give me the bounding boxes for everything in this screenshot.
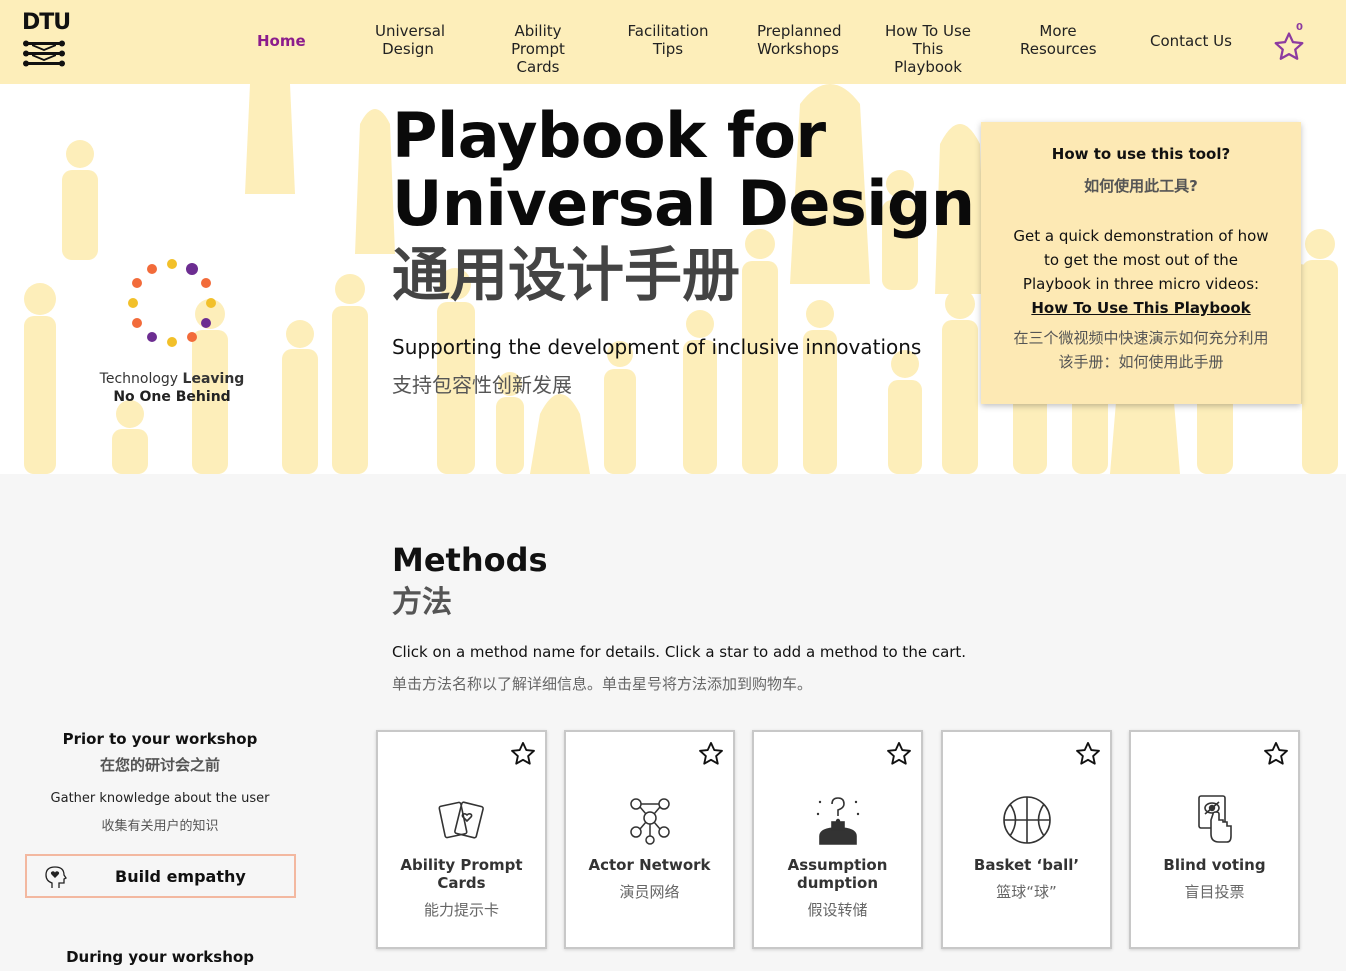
card-name[interactable]: Ability Prompt Cards	[384, 856, 539, 892]
circle-dots-logo-icon	[128, 259, 216, 347]
gather-knowledge-link[interactable]: Gather knowledge about the user	[25, 790, 295, 808]
head-heart-icon	[45, 866, 67, 888]
network-icon	[629, 798, 670, 845]
prior-heading-cn: 在您的研讨会之前	[99, 756, 220, 774]
nav-more-resources[interactable]: More Resources	[1020, 22, 1097, 58]
method-card-ability-prompt-cards[interactable]: Ability Prompt Cards 能力提示卡	[376, 730, 547, 949]
method-card-actor-network[interactable]: Actor Network 演员网络	[564, 730, 735, 949]
cart-button[interactable]	[1272, 22, 1312, 62]
question-person-icon	[816, 797, 859, 845]
hero-section: Technology Leaving No One Behind Playboo…	[0, 84, 1346, 474]
methods-description: Click on a method name for details. Clic…	[392, 643, 967, 661]
cart-count: 0	[1296, 22, 1303, 33]
howto-body-cn: 在三个微视频中快速演示如何充分利用该手册：如何使用此手册	[1013, 329, 1269, 371]
page-title-cn: 通用设计手册	[392, 241, 741, 309]
nav-home[interactable]: Home	[257, 32, 306, 50]
nav-preplanned-workshops[interactable]: Preplanned Workshops	[757, 22, 842, 58]
card-name-cn: 演员网络	[619, 883, 680, 901]
page-subtitle-cn: 支持包容性创新发展	[392, 373, 572, 397]
card-name-cn: 能力提示卡	[423, 901, 499, 919]
logo-text: DTU	[22, 10, 71, 35]
star-icon[interactable]	[697, 740, 725, 768]
howto-title-cn: 如何使用此工具?	[1084, 177, 1198, 195]
dtu-logo[interactable]: DTU	[22, 10, 71, 74]
build-empathy-button[interactable]: Build empathy	[25, 854, 296, 898]
dtu-logo-icon	[23, 40, 65, 67]
vote-hand-icon	[1197, 795, 1232, 843]
top-nav: DTU Home Universal Design Ability Prompt…	[0, 0, 1346, 84]
how-to-use-link[interactable]: How To Use This Playbook	[1031, 299, 1250, 317]
gather-knowledge-cn: 收集有关用户的知识	[101, 819, 219, 834]
workshop-phase-sidebar: Prior to your workshop 在您的研讨会之前 Gather k…	[25, 728, 295, 836]
star-icon[interactable]	[1262, 740, 1290, 768]
card-name[interactable]: Assumption dumption	[760, 856, 915, 892]
method-card-assumption-dumption[interactable]: Assumption dumption 假设转储	[752, 730, 923, 949]
star-icon	[1274, 32, 1304, 60]
card-name-cn: 盲目投票	[1184, 883, 1245, 901]
tlnob-line1: Technology Leaving	[99, 371, 245, 387]
howto-title: How to use this tool?	[1051, 145, 1231, 163]
star-icon[interactable]	[509, 740, 537, 768]
methods-title: Methods	[392, 541, 548, 579]
star-icon[interactable]	[885, 740, 913, 768]
howto-body: Get a quick demonstration of how to get …	[1013, 227, 1269, 317]
page-subtitle: Supporting the development of inclusive …	[392, 335, 922, 359]
nav-facilitation-tips[interactable]: Facilitation Tips	[627, 22, 709, 58]
prior-heading: Prior to your workshop	[62, 730, 258, 748]
how-to-use-box: How to use this tool? 如何使用此工具? Get a qui…	[981, 122, 1301, 404]
card-name[interactable]: Blind voting	[1137, 856, 1292, 874]
nav-ability-prompt-cards[interactable]: Ability Prompt Cards	[487, 22, 589, 76]
during-heading: During your workshop	[66, 948, 254, 966]
nav-contact-us[interactable]: Contact Us	[1150, 32, 1232, 50]
card-name[interactable]: Basket ‘ball’	[949, 856, 1104, 874]
tlnob-badge: Technology Leaving No One Behind	[92, 256, 252, 406]
nav-universal-design[interactable]: Universal Design	[375, 22, 445, 58]
methods-title-cn: 方法	[392, 585, 452, 620]
methods-description-cn: 单击方法名称以了解详细信息。单击星号将方法添加到购物车。	[392, 675, 813, 693]
method-card-basket-ball[interactable]: Basket ‘ball’ 篮球“球”	[941, 730, 1112, 949]
card-name-cn: 假设转储	[807, 901, 868, 919]
build-empathy-label: Build empathy	[115, 867, 246, 886]
basketball-icon	[1002, 796, 1051, 844]
page-title: Playbook for Universal Design	[392, 99, 975, 240]
card-name[interactable]: Actor Network	[572, 856, 727, 874]
card-name-cn: 篮球“球”	[996, 883, 1057, 901]
method-card-blind-voting[interactable]: Blind voting 盲目投票	[1129, 730, 1300, 949]
star-icon[interactable]	[1074, 740, 1102, 768]
nav-how-to-use[interactable]: How To Use This Playbook	[878, 22, 978, 76]
tlnob-line2: No One Behind	[113, 389, 231, 405]
cards-icon	[437, 801, 484, 839]
